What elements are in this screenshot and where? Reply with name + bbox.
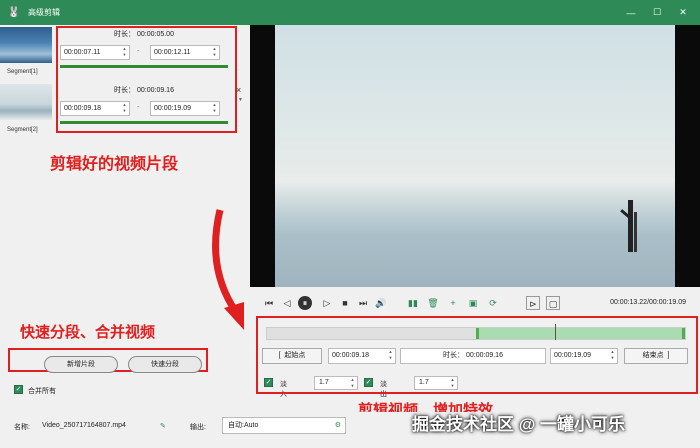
video-pier-post: [634, 212, 637, 252]
timeline-selection[interactable]: [476, 328, 685, 339]
segment-duration: 时长： 00:00:09.16: [114, 87, 174, 94]
step-forward-icon[interactable]: ▷: [320, 296, 334, 310]
fade-out-checkbox[interactable]: ✓: [364, 378, 373, 387]
segment-progress: [60, 121, 228, 124]
spin-arrows-icon[interactable]: ▲ ▼: [211, 102, 218, 115]
segment-start-field[interactable]: 00:00:07.11 ▲ ▼: [60, 45, 130, 60]
spin-arrows-icon[interactable]: ▲ ▼: [609, 349, 616, 362]
range-separator: -: [137, 104, 140, 111]
close-icon[interactable]: ✕: [670, 0, 696, 25]
merge-all-label: 合并所有: [28, 388, 56, 395]
watermark: 掘金技术社区 @ 一罐小可乐: [412, 415, 626, 434]
segment-row-1[interactable]: 时长： 00:00:05.00 00:00:07.11 ▲ ▼ - 00:00:12…: [58, 27, 230, 73]
segment-end-field[interactable]: 00:00:19.09 ▲ ▼: [150, 101, 220, 116]
scroll-down-icon[interactable]: ▼: [238, 97, 243, 103]
spin-arrows-icon[interactable]: ▲ ▼: [349, 377, 356, 390]
spin-arrows-icon[interactable]: ▲ ▼: [211, 46, 218, 59]
segment-end-field[interactable]: 00:00:12.11 ▲ ▼: [150, 45, 220, 60]
end-time-field[interactable]: 00:00:19.09 ▲ ▼: [550, 348, 618, 364]
time-readout: 00:00:13.22/00:00:19.09: [610, 299, 686, 306]
maximize-icon[interactable]: ☐: [644, 0, 670, 25]
gear-icon[interactable]: ⚙: [335, 418, 341, 433]
crop-icon[interactable]: ⊳: [526, 296, 540, 310]
skip-start-icon[interactable]: ⏮: [262, 296, 276, 310]
add-segment-button[interactable]: 新增片段: [44, 356, 118, 373]
volume-icon[interactable]: 🔊: [374, 296, 388, 310]
delete-icon[interactable]: 🗑: [426, 296, 440, 310]
spin-arrows-icon[interactable]: ▲ ▼: [121, 102, 128, 115]
annotation-split-merge: 快速分段、合并视频: [20, 324, 156, 341]
set-start-button[interactable]: [ 起始点: [262, 348, 322, 364]
duration-display: 时长： 00:00:09.16: [400, 348, 546, 364]
range-separator: -: [137, 48, 140, 55]
pause-icon[interactable]: ⏸: [298, 296, 312, 310]
segment-start-field[interactable]: 00:00:09.18 ▲ ▼: [60, 101, 130, 116]
fade-in-label: 淡入: [280, 381, 287, 398]
stop-icon[interactable]: ■: [338, 296, 352, 310]
segment-label-2: Segment[2]: [7, 127, 38, 133]
fade-in-checkbox[interactable]: ✓: [264, 378, 273, 387]
rabbit-icon: 🐰: [7, 7, 21, 18]
annotation-segments: 剪辑好的视频片段: [50, 156, 179, 173]
segment-progress-fill: [60, 121, 228, 124]
quick-split-button[interactable]: 快速分段: [128, 356, 202, 373]
reset-icon[interactable]: ⟳: [486, 296, 500, 310]
file-name: Video_250717164807.mp4: [42, 422, 126, 429]
segment-row-2[interactable]: 时长： 00:00:09.16 00:00:09.18 ▲ ▼ - 00:00:19…: [58, 83, 230, 129]
spin-arrows-icon[interactable]: ▲ ▼: [121, 46, 128, 59]
add-icon[interactable]: +: [446, 296, 460, 310]
merge-all-checkbox[interactable]: ✓: [14, 385, 23, 394]
segment-thumbnail-2[interactable]: [0, 84, 52, 120]
video-pier-post: [628, 200, 633, 252]
split-icon[interactable]: ▮▮: [406, 296, 420, 310]
remove-segment-icon[interactable]: ×: [236, 85, 241, 95]
copy-icon[interactable]: ▣: [466, 296, 480, 310]
segment-progress: [60, 65, 228, 68]
fade-out-label: 淡出: [380, 381, 387, 398]
set-end-button[interactable]: 结束点 ]: [624, 348, 688, 364]
minimize-icon[interactable]: —: [618, 0, 644, 25]
range-row: [ 起始点 00:00:09.18 ▲ ▼ 时长： 00:00:09.16 00:0…: [262, 348, 688, 364]
window-title: 高级剪辑: [28, 8, 60, 17]
fade-out-field[interactable]: 1.7 ▲ ▼: [414, 376, 458, 390]
segment-thumbnail-1[interactable]: [0, 27, 52, 63]
name-label: 名称:: [14, 424, 30, 431]
timeline-track[interactable]: [266, 324, 686, 340]
edit-name-icon[interactable]: ✎: [160, 422, 166, 430]
timeline-playhead[interactable]: [555, 324, 557, 340]
start-time-field[interactable]: 00:00:09.18 ▲ ▼: [328, 348, 396, 364]
segment-duration: 时长： 00:00:05.00: [114, 31, 174, 38]
skip-end-icon[interactable]: ⏭: [356, 296, 370, 310]
output-select[interactable]: 自动:Auto ⚙: [222, 417, 346, 434]
segment-progress-fill: [60, 65, 228, 68]
title-bar: 🐰 高级剪辑 — ☐ ✕: [0, 0, 700, 25]
spin-arrows-icon[interactable]: ▲ ▼: [449, 377, 456, 390]
fade-in-field[interactable]: 1.7 ▲ ▼: [314, 376, 358, 390]
screenshot-icon[interactable]: ▢: [546, 296, 560, 310]
segment-label-1: Segment[1]: [7, 69, 38, 75]
output-label: 输出:: [190, 424, 206, 431]
annotation-arrow: [212, 209, 244, 330]
video-frame-image: [275, 25, 675, 287]
step-back-icon[interactable]: ◁: [280, 296, 294, 310]
spin-arrows-icon[interactable]: ▲ ▼: [387, 349, 394, 362]
